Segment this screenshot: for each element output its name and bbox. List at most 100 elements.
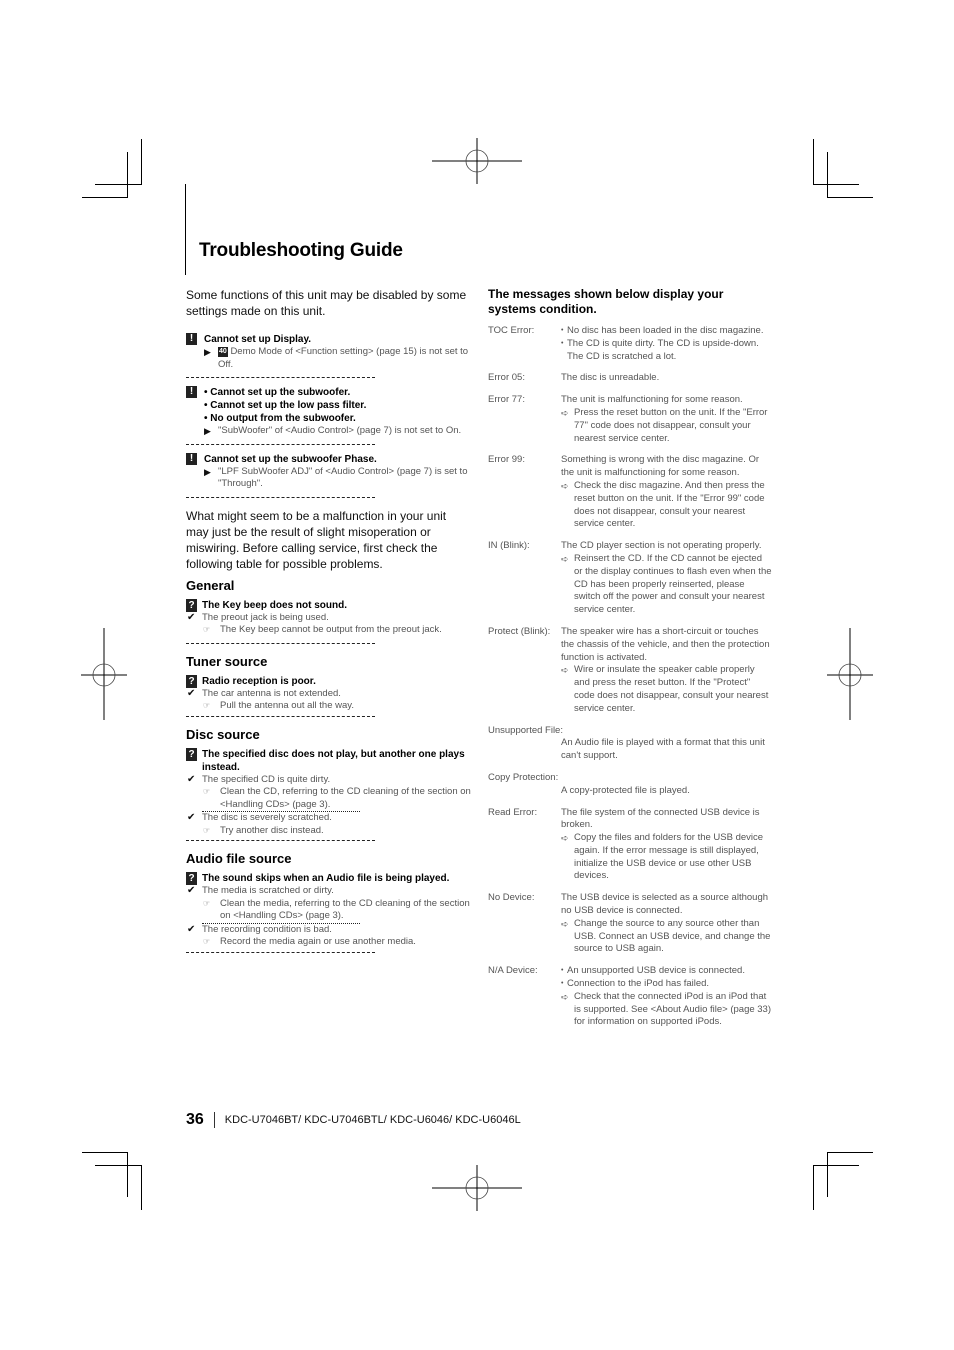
check-icon: ✔ [187, 812, 196, 823]
dashed-divider [186, 715, 375, 717]
remedy: ☞ Clean the media, referring to the CD cl… [203, 897, 470, 922]
cause: ✔ The specified CD is quite dirty. [187, 773, 331, 785]
crop-mark [813, 184, 859, 185]
pointing-hand-icon: ☞ [203, 701, 211, 710]
cause: ✔ The recording condition is bad. [187, 923, 332, 935]
question-icon: ? [186, 747, 197, 761]
dashed-divider [186, 496, 375, 498]
crop-mark [127, 1152, 128, 1197]
note-title: • No output from the subwoofer. [204, 413, 356, 424]
note-body: ▶ 40 Demo Mode of <Function setting> (pa… [204, 346, 469, 370]
problem-item: ? The Key beep does not sound. [186, 598, 471, 612]
dashed-divider [186, 443, 375, 445]
note-title: • Cannot set up the subwoofer. [204, 387, 351, 398]
dashed-divider [186, 840, 375, 841]
message-read-error: Read Error: The file system of the conne… [488, 806, 764, 882]
message-code: Protect (Blink): [488, 625, 551, 637]
note-subwoofer-phase: ! Cannot set up the subwoofer Phase. ▶ "… [186, 452, 471, 491]
message-code: Error 99: [488, 454, 525, 466]
forward-arrow-icon: ➪ [561, 480, 569, 491]
message-code: No Device: [488, 892, 535, 904]
page-number: 36 [186, 1111, 204, 1128]
exclamation-icon: ! [186, 452, 197, 465]
pointing-hand-icon: ☞ [203, 898, 211, 908]
crop-mark [82, 1152, 128, 1153]
messages-heading: The messages shown below display your sy… [488, 287, 724, 316]
crop-mark [82, 197, 128, 198]
message-error-99: Error 99: Something is wrong with the di… [488, 454, 765, 530]
question-icon: ? [186, 872, 197, 885]
problem-item: ? Radio reception is poor. [186, 674, 471, 688]
section-heading-audio-file: Audio file source [186, 851, 292, 866]
check-icon: ✔ [187, 611, 196, 623]
footer-separator [213, 1112, 215, 1128]
left-column: Some functions of this unit may be disab… [186, 287, 471, 961]
crop-mark [141, 1165, 142, 1210]
message-error-05: Error 05: The disc is unreadable. [488, 372, 660, 384]
cause: ✔ The car antenna is not extended. [187, 687, 341, 699]
message-code: Error 05: [488, 372, 525, 384]
note-body: ▶ "LPF SubWoofer ADJ" of <Audio Control>… [204, 465, 468, 490]
exclamation-icon: ! [186, 386, 197, 398]
forward-arrow-icon: ➪ [561, 833, 569, 844]
message-code: Error 77: [488, 394, 525, 406]
check-icon: ✔ [187, 687, 196, 699]
arrow-icon: ▶ [204, 347, 211, 357]
pointing-hand-icon: ☞ [203, 625, 211, 634]
crop-mark [827, 1152, 828, 1197]
check-icon: ✔ [187, 923, 196, 935]
note-display: ! Cannot set up Display. ▶ 40 Demo Mode … [186, 333, 471, 371]
dashed-divider [186, 377, 375, 378]
crop-mark [827, 152, 828, 198]
registration-mark-bottom [432, 1165, 522, 1211]
problem-title: Radio reception is poor. [202, 675, 316, 687]
registration-mark-top [432, 138, 522, 184]
remedy: ☞ Record the media again or use another m… [203, 936, 416, 947]
pointing-hand-icon: ☞ [203, 787, 211, 796]
message-error-77: Error 77: The unit is malfunctioning for… [488, 394, 768, 444]
question-icon: ? [186, 598, 197, 612]
crop-mark [95, 184, 142, 185]
problem-title: The sound skips when an Audio file is be… [202, 873, 450, 884]
forward-arrow-icon: ➪ [561, 665, 569, 676]
check-icon: ✔ [187, 773, 196, 785]
section-heading-tuner: Tuner source [186, 653, 268, 669]
message-protect-blink: Protect (Blink): The speaker wire has a … [488, 625, 770, 714]
title-rule [185, 184, 186, 275]
message-na-device: N/A Device: An unsupported USB device is… [488, 965, 773, 1029]
registration-mark-right [827, 628, 873, 720]
arrow-icon: ▶ [204, 466, 211, 477]
section-heading-general: General [186, 577, 235, 593]
crop-mark [827, 197, 873, 198]
question-icon: ? [186, 674, 197, 688]
message-in-blink: IN (Blink): The CD player section is not… [488, 540, 772, 616]
pointing-hand-icon: ☞ [203, 825, 211, 835]
arrow-icon: ▶ [204, 426, 211, 436]
crop-mark [127, 152, 128, 198]
forward-arrow-icon: ➪ [561, 918, 569, 929]
pointing-hand-icon: ☞ [203, 937, 211, 946]
forward-arrow-icon: ➪ [561, 407, 569, 418]
message-toc-error: TOC Error: No disc has been loaded in th… [488, 325, 773, 363]
right-column: The messages shown below display your sy… [488, 287, 773, 1038]
message-unsupported-file: Unsupported File: An Audio file is playe… [488, 725, 773, 763]
crop-mark [141, 139, 142, 185]
model-numbers: KDC-U7046BT/ KDC-U7046BTL/ KDC-U6046/ KD… [224, 1114, 521, 1126]
problem-title: The specified disc does not play, but an… [202, 748, 465, 773]
check-icon: ✔ [187, 885, 196, 896]
remedy: ☞ The Key beep cannot be output from the … [203, 624, 442, 635]
message-no-device: No Device: The USB device is selected as… [488, 892, 771, 955]
dashed-divider [186, 642, 375, 644]
exclamation-icon: ! [186, 333, 197, 345]
note-title: • Cannot set up the low pass filter. [204, 400, 367, 411]
forward-arrow-icon: ➪ [561, 991, 569, 1002]
remedy: ☞ Pull the antenna out all the way. [203, 700, 354, 711]
forward-arrow-icon: ➪ [561, 553, 569, 564]
crop-mark [95, 1165, 142, 1166]
problem-title: The Key beep does not sound. [202, 599, 348, 611]
cause: ✔ The disc is severely scratched. [187, 812, 332, 823]
note-title: Cannot set up the subwoofer Phase. [204, 453, 377, 465]
message-code: Unsupported File: [488, 724, 563, 736]
crop-mark [813, 139, 814, 185]
section-heading-disc: Disc source [186, 726, 260, 742]
